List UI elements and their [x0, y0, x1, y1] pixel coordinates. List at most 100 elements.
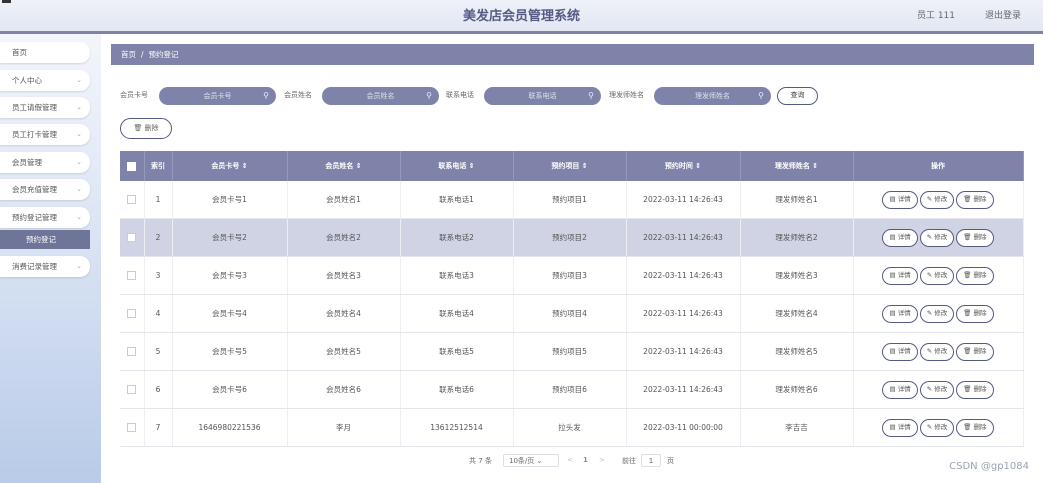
- member-name-input[interactable]: 会员姓名 ⚲: [322, 87, 439, 105]
- table-cell: 会员姓名6: [287, 370, 401, 409]
- column-header[interactable]: 会员姓名 ⇕: [287, 151, 401, 181]
- action-label: 删除: [973, 232, 987, 241]
- edit-button[interactable]: ✎ 修改: [919, 190, 955, 209]
- delete-button[interactable]: 🗑 删除: [956, 266, 994, 285]
- table-cell: 会员卡号2: [172, 218, 288, 257]
- corner-mark: [2, 0, 11, 3]
- row-select-cell: [120, 370, 145, 409]
- column-header[interactable]: 会员卡号 ⇕: [172, 151, 288, 181]
- page-size-select[interactable]: 10条/页 ⌄: [503, 454, 559, 467]
- sidebar-item[interactable]: 会员充值管理 ⌄: [0, 179, 90, 200]
- action-label: 修改: [934, 384, 948, 393]
- table-row[interactable]: 7 1646980221536 李月 13612512514 拉头发 2022-03-11…: [120, 408, 1024, 447]
- row-checkbox[interactable]: [127, 195, 137, 205]
- delete-button[interactable]: 🗑 删除: [956, 190, 994, 209]
- delete-button[interactable]: 🗑 删除: [956, 342, 994, 361]
- edit-button[interactable]: ✎ 修改: [919, 418, 955, 437]
- edit-button[interactable]: ✎ 修改: [919, 304, 955, 323]
- row-checkbox[interactable]: [127, 233, 137, 243]
- query-button[interactable]: 查询: [777, 87, 818, 105]
- row-checkbox[interactable]: [127, 385, 137, 395]
- edit-button[interactable]: ✎ 修改: [919, 342, 955, 361]
- sidebar-subitem-appointment[interactable]: 预约登记: [0, 230, 90, 249]
- column-header[interactable]: 理发师姓名 ⇕: [740, 151, 854, 181]
- detail-button[interactable]: ▤ 详情: [882, 266, 918, 285]
- delete-button[interactable]: 🗑 删除: [956, 304, 994, 323]
- batch-delete-button[interactable]: 🗑 删除: [120, 118, 172, 139]
- action-label: 详情: [897, 308, 911, 317]
- table-row[interactable]: 4 会员卡号4 会员姓名4 联系电话4 预约项目4 2022-03-11 14:26:43…: [120, 294, 1024, 333]
- edit-button[interactable]: ✎ 修改: [919, 228, 955, 247]
- table-cell: 会员卡号5: [172, 332, 288, 371]
- table-row[interactable]: 6 会员卡号6 会员姓名6 联系电话6 预约项目6 2022-03-11 14:26:43…: [120, 370, 1024, 409]
- member-card-input[interactable]: 会员卡号 ⚲: [159, 87, 276, 105]
- detail-button[interactable]: ▤ 详情: [882, 190, 918, 209]
- row-checkbox[interactable]: [127, 271, 137, 281]
- detail-button[interactable]: ▤ 详情: [882, 228, 918, 247]
- next-page-button[interactable]: >: [599, 456, 605, 464]
- detail-button[interactable]: ▤ 详情: [882, 304, 918, 323]
- sidebar-item[interactable]: 员工请假管理 ⌄: [0, 97, 90, 118]
- table-row[interactable]: 2 会员卡号2 会员姓名2 联系电话2 预约项目2 2022-03-11 14:26:43…: [120, 218, 1024, 257]
- detail-icon: ▤: [889, 308, 898, 317]
- row-actions: ▤ 详情 ✎ 修改 🗑 删除: [853, 294, 1024, 333]
- action-label: 删除: [973, 384, 987, 393]
- goto-page-input[interactable]: 1: [641, 454, 661, 467]
- edit-button[interactable]: ✎ 修改: [919, 266, 955, 285]
- delete-button[interactable]: 🗑 删除: [956, 418, 994, 437]
- table-row[interactable]: 3 会员卡号3 会员姓名3 联系电话3 预约项目3 2022-03-11 14:26:43…: [120, 256, 1024, 295]
- barber-name-input[interactable]: 理发师姓名 ⚲: [654, 87, 771, 105]
- table-cell: 李月: [287, 408, 401, 447]
- sidebar-item[interactable]: 预约登记管理 ⌄: [0, 207, 90, 228]
- table-cell: 预约项目4: [513, 294, 627, 333]
- sidebar-item[interactable]: 首页: [0, 42, 90, 63]
- chevron-down-icon: ⌄: [76, 103, 82, 111]
- trash-icon: 🗑: [133, 124, 143, 132]
- edit-button[interactable]: ✎ 修改: [919, 380, 955, 399]
- logout-link[interactable]: 退出登录: [985, 8, 1021, 21]
- sidebar-item-label: 消费记录管理: [12, 262, 57, 271]
- row-actions: ▤ 详情 ✎ 修改 🗑 删除: [853, 181, 1024, 219]
- trash-icon: 🗑: [963, 422, 974, 431]
- table-cell: 会员姓名3: [287, 256, 401, 295]
- select-all-checkbox[interactable]: [127, 161, 137, 171]
- prev-page-button[interactable]: <: [567, 456, 573, 464]
- table-cell: 预约项目1: [513, 181, 627, 219]
- trash-icon: 🗑: [963, 232, 974, 241]
- sidebar: 首页个人中心 ⌄ 员工请假管理 ⌄ 员工打卡管理 ⌄ 会员管理 ⌄ 会员充值管理 ⌄ 预约登记管理 ⌄…: [0, 34, 101, 483]
- delete-button[interactable]: 🗑 删除: [956, 228, 994, 247]
- table-cell: 1: [144, 181, 173, 219]
- detail-button[interactable]: ▤ 详情: [882, 380, 918, 399]
- table-cell: 理发师姓名5: [740, 332, 854, 371]
- breadcrumb-home[interactable]: 首页: [121, 50, 136, 59]
- table-row[interactable]: 1 会员卡号1 会员姓名1 联系电话1 预约项目1 2022-03-11 14:26:43…: [120, 181, 1024, 219]
- row-checkbox[interactable]: [127, 309, 137, 319]
- breadcrumb-separator: /: [141, 50, 144, 59]
- select-all-header[interactable]: [120, 151, 145, 181]
- table-row[interactable]: 5 会员卡号5 会员姓名5 联系电话5 预约项目5 2022-03-11 14:26:43…: [120, 332, 1024, 371]
- watermark: CSDN @gp1084: [949, 461, 1029, 472]
- page-number[interactable]: 1: [583, 456, 588, 464]
- column-header[interactable]: 预约项目 ⇕: [513, 151, 627, 181]
- sidebar-item[interactable]: 消费记录管理 ⌄: [0, 256, 90, 277]
- row-checkbox[interactable]: [127, 347, 137, 357]
- column-header[interactable]: 联系电话 ⇕: [400, 151, 514, 181]
- detail-icon: ▤: [889, 384, 898, 393]
- table-cell: 4: [144, 294, 173, 333]
- trash-icon: 🗑: [963, 346, 974, 355]
- table-cell: 1646980221536: [172, 408, 288, 447]
- row-checkbox[interactable]: [127, 423, 137, 433]
- delete-button[interactable]: 🗑 删除: [956, 380, 994, 399]
- column-header[interactable]: 预约时间 ⇕: [626, 151, 741, 181]
- row-select-cell: [120, 256, 145, 295]
- sidebar-item-label: 员工请假管理: [12, 103, 57, 112]
- detail-button[interactable]: ▤ 详情: [882, 418, 918, 437]
- sidebar-item[interactable]: 会员管理 ⌄: [0, 152, 90, 173]
- detail-button[interactable]: ▤ 详情: [882, 342, 918, 361]
- member-card-label: 会员卡号: [120, 91, 148, 99]
- row-select-cell: [120, 181, 145, 219]
- sidebar-item[interactable]: 员工打卡管理 ⌄: [0, 124, 90, 145]
- table-cell: 13612512514: [400, 408, 514, 447]
- sidebar-item[interactable]: 个人中心 ⌄: [0, 70, 90, 91]
- phone-input[interactable]: 联系电话 ⚲: [484, 87, 601, 105]
